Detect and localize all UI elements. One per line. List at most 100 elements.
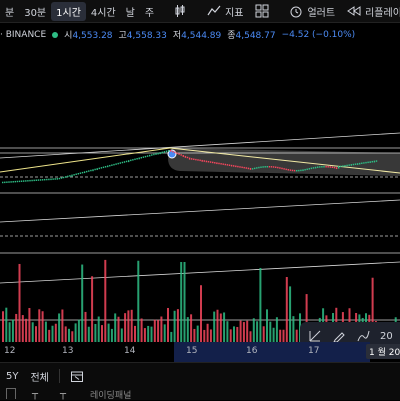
- candle: [138, 157, 140, 160]
- timeframe-1h[interactable]: 1시간: [51, 1, 86, 21]
- volume-bar: [140, 318, 143, 342]
- time-label: 15: [186, 346, 198, 356]
- candle: [340, 165, 342, 168]
- panel-tab-icon[interactable]: ┬: [32, 389, 38, 400]
- candle: [115, 163, 117, 165]
- candle: [94, 168, 96, 171]
- volume-bar: [279, 329, 282, 342]
- candle: [289, 169, 292, 171]
- go-to-date-button[interactable]: [64, 369, 90, 383]
- candle: [224, 163, 226, 166]
- pencil-icon[interactable]: [332, 329, 346, 343]
- candle: [65, 176, 67, 178]
- timeframe-day[interactable]: 날: [121, 2, 140, 21]
- candle: [201, 159, 203, 162]
- timeframe-week[interactable]: 주: [140, 2, 159, 21]
- candle: [317, 166, 319, 168]
- candle: [77, 172, 79, 175]
- candle: [270, 166, 273, 168]
- grid-icon: [255, 4, 269, 18]
- trading-panel-label[interactable]: 레이딩패널: [90, 388, 131, 401]
- alerts-button[interactable]: 얼러트: [283, 4, 341, 19]
- candle: [195, 158, 197, 161]
- timeframe-minutes[interactable]: 분: [0, 2, 19, 21]
- candle: [142, 156, 145, 158]
- candle: [58, 177, 61, 180]
- volume-bar: [120, 328, 123, 342]
- candle: [161, 151, 163, 154]
- range-5y-button[interactable]: 5Y: [0, 371, 24, 382]
- volume-bar: [167, 307, 169, 342]
- volume-bar: [61, 309, 64, 342]
- indicators-button[interactable]: 지표: [201, 4, 249, 19]
- timeframe-30m[interactable]: 30분: [19, 2, 51, 21]
- chart-type-button[interactable]: [167, 4, 193, 18]
- candle: [113, 163, 115, 166]
- volume-bar: [81, 264, 84, 342]
- time-label: 12: [4, 346, 16, 356]
- candle: [228, 164, 231, 166]
- candle: [50, 178, 52, 181]
- candle: [170, 150, 172, 152]
- candle: [188, 157, 191, 160]
- replay-button[interactable]: 리플레이: [341, 4, 400, 19]
- layout-button[interactable]: [249, 4, 275, 18]
- volume-bar: [256, 321, 259, 342]
- candle: [35, 179, 37, 181]
- volume-bar: [38, 309, 41, 342]
- highlight-channel[interactable]: [168, 148, 400, 176]
- candle: [285, 168, 287, 171]
- replay-label: 리플레이: [365, 7, 400, 19]
- indicator-icon: [207, 4, 221, 18]
- volume-bar: [147, 325, 150, 342]
- trend-line[interactable]: [0, 199, 400, 223]
- candle: [296, 169, 298, 172]
- candle: [348, 164, 350, 166]
- volume-bar: [51, 325, 54, 342]
- candle: [52, 178, 54, 180]
- volume-bar: [236, 326, 239, 342]
- candle: [346, 164, 348, 167]
- volume-bar: [282, 329, 285, 342]
- candle: [291, 169, 294, 172]
- alarm-clock-icon: [289, 4, 303, 18]
- candle: [172, 150, 174, 153]
- candle: [69, 175, 71, 177]
- timeframe-4h[interactable]: 4시간: [86, 2, 121, 21]
- candle: [222, 163, 224, 165]
- volume-bar: [87, 326, 90, 342]
- measure-icon[interactable]: [308, 329, 322, 343]
- volume-bar: [196, 325, 199, 342]
- time-axis[interactable]: 12 13 14 15 16 17 1 월 202: [0, 342, 400, 362]
- candle: [359, 162, 361, 165]
- volume-bar: [176, 309, 179, 342]
- top-toolbar: 분 30분 1시간 4시간 날 주 지표 얼러트 리플레이: [0, 0, 400, 23]
- candle: [197, 159, 199, 161]
- candle: [174, 151, 176, 154]
- volume-bar: [104, 259, 107, 342]
- candle: [163, 151, 166, 153]
- volume-bar: [110, 328, 113, 342]
- brush-icon[interactable]: [356, 329, 370, 343]
- trend-line-yellow[interactable]: [0, 147, 171, 173]
- candle: [10, 181, 12, 183]
- panel-tab-icon[interactable]: [6, 388, 16, 399]
- candle: [203, 160, 205, 162]
- candle: [272, 166, 275, 168]
- candle: [180, 154, 182, 156]
- candle: [344, 165, 346, 167]
- price-chart[interactable]: [0, 40, 400, 342]
- candle: [258, 166, 260, 169]
- range-all-button[interactable]: 전체: [24, 369, 54, 384]
- volume-bar: [5, 307, 8, 342]
- volume-bar: [252, 318, 255, 342]
- alerts-label: 얼러트: [307, 7, 336, 19]
- tool-number: 20: [380, 330, 393, 342]
- trend-line[interactable]: [0, 261, 400, 284]
- candle: [256, 167, 258, 169]
- candle: [157, 152, 159, 155]
- candle: [251, 168, 254, 170]
- panel-tab-icon[interactable]: ┬: [60, 389, 66, 400]
- candle: [300, 169, 302, 172]
- candle: [149, 154, 151, 157]
